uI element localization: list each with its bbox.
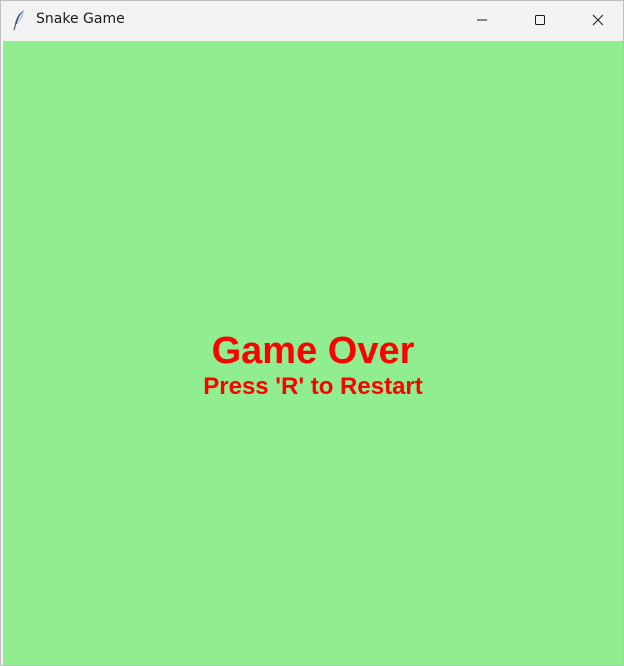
feather-icon [11,9,29,31]
app-window: Snake Game Game Over Press 'R' to Restar… [0,0,624,666]
maximize-button[interactable] [511,1,569,39]
window-title: Snake Game [36,11,125,27]
close-button[interactable] [569,1,623,39]
close-icon [592,14,604,26]
title-bar[interactable]: Snake Game [1,1,623,39]
maximize-icon [534,14,546,26]
restart-prompt: Press 'R' to Restart [203,373,423,400]
game-canvas[interactable]: Game Over Press 'R' to Restart [3,41,623,665]
minimize-button[interactable] [453,1,511,39]
minimize-icon [476,14,488,26]
game-over-text: Game Over [211,330,415,372]
